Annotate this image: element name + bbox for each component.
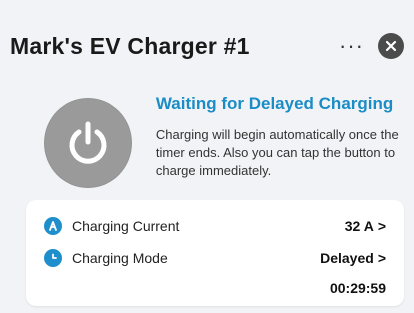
status-section: Waiting for Delayed Charging Charging wi… (44, 80, 400, 190)
close-icon[interactable] (378, 33, 404, 59)
row-value: Delayed > (320, 250, 386, 266)
row-charging-current[interactable]: Charging Current 32 A > (44, 214, 386, 238)
close-glyph (385, 40, 397, 52)
status-text: Waiting for Delayed Charging Charging wi… (156, 80, 400, 180)
current-icon (44, 217, 62, 235)
timer-value: 00:29:59 (329, 280, 386, 296)
ellipsis-icon[interactable]: ··· (339, 35, 364, 57)
charger-panel: Mark's EV Charger #1 ··· Waiting for Del… (0, 0, 414, 313)
mode-value: Delayed (320, 250, 374, 266)
chevron-right-icon: > (377, 250, 386, 266)
status-title: Waiting for Delayed Charging (155, 94, 394, 113)
power-icon (69, 121, 107, 164)
current-value: 32 A (344, 218, 374, 234)
header-actions: ··· (339, 33, 404, 59)
panel-title: Mark's EV Charger #1 (10, 32, 250, 59)
row-label: Charging Mode (72, 250, 168, 266)
row-label: Charging Current (72, 218, 180, 234)
row-charging-mode[interactable]: Charging Mode Delayed > (44, 246, 386, 270)
clock-glyph (52, 253, 57, 259)
power-button[interactable] (44, 98, 132, 188)
clock-icon (44, 249, 62, 267)
chevron-right-icon: > (377, 218, 386, 234)
row-timer: 00:29:59 (44, 276, 386, 300)
current-glyph (49, 221, 57, 231)
settings-card: Charging Current 32 A > Charging Mode De… (26, 200, 404, 306)
row-value: 32 A > (345, 218, 386, 234)
status-description: Charging will begin automatically once t… (155, 127, 399, 178)
panel-header: Mark's EV Charger #1 ··· (10, 26, 404, 66)
